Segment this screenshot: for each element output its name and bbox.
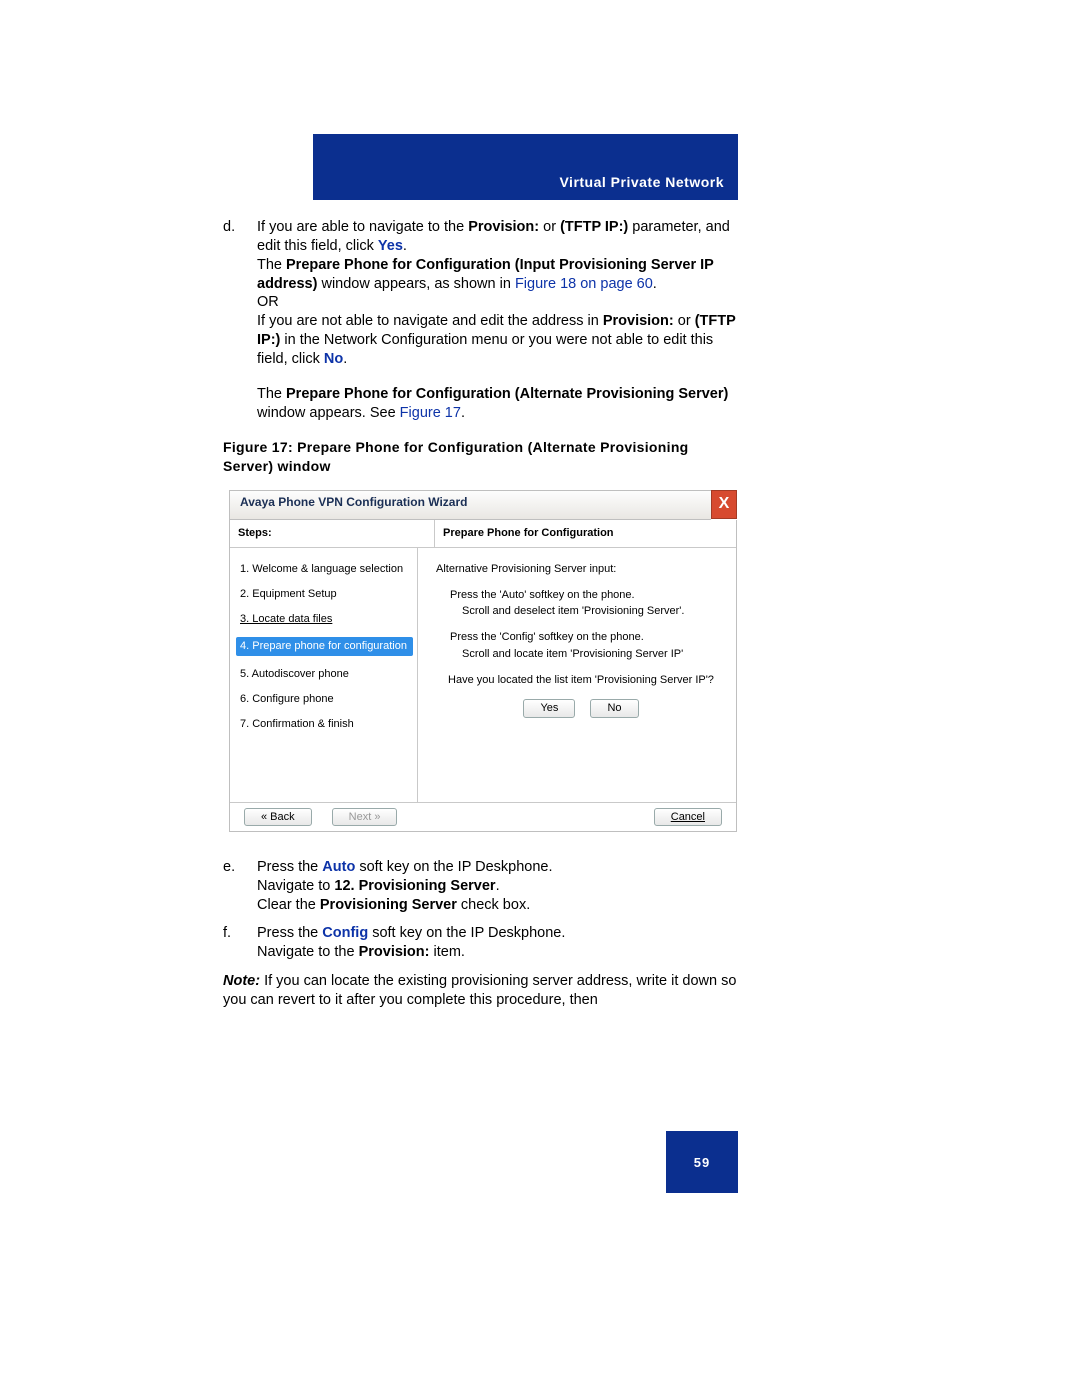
page-number: 59: [694, 1155, 710, 1170]
text: The: [257, 386, 286, 402]
paragraph-alternate: The Prepare Phone for Configuration (Alt…: [257, 385, 741, 423]
wizard-step: 6. Configure phone: [240, 692, 409, 706]
no-button[interactable]: No: [590, 699, 638, 717]
list-marker-d: d.: [223, 218, 257, 369]
link-config: Config: [322, 925, 368, 941]
text: window appears, as shown in: [317, 276, 514, 292]
next-button[interactable]: Next »: [332, 808, 398, 826]
text: .: [403, 238, 407, 254]
text: check box.: [457, 897, 530, 913]
list-marker-f: f.: [223, 924, 257, 962]
text: The: [257, 257, 286, 273]
text: item.: [429, 944, 464, 960]
page-number-block: 59: [666, 1131, 738, 1193]
wizard-step: 2. Equipment Setup: [240, 587, 409, 601]
text-bold: (TFTP IP:): [560, 219, 628, 235]
wizard-step: 3. Locate data files: [240, 612, 409, 626]
page-header: Virtual Private Network: [313, 134, 738, 200]
text: .: [343, 351, 347, 367]
wizard-window: Avaya Phone VPN Configuration Wizard X S…: [229, 490, 737, 832]
close-button[interactable]: X: [711, 490, 737, 519]
text: .: [496, 878, 500, 894]
text: soft key on the IP Deskphone.: [368, 925, 565, 941]
text: Clear the: [257, 897, 320, 913]
list-marker-e: e.: [223, 858, 257, 915]
text-bold: 12. Provisioning Server: [334, 878, 495, 894]
header-title: Virtual Private Network: [559, 174, 724, 190]
text: or: [674, 313, 695, 329]
link-figure-18[interactable]: Figure 18 on page 60: [515, 276, 653, 292]
figure-caption: Figure 17: Prepare Phone for Configurati…: [223, 438, 741, 476]
yes-button[interactable]: Yes: [523, 699, 575, 717]
text-or: OR: [257, 294, 279, 310]
text: If you are not able to navigate and edit…: [257, 313, 603, 329]
note-label: Note:: [223, 973, 260, 989]
text: window appears. See: [257, 405, 400, 421]
list-body-e: Press the Auto soft key on the IP Deskph…: [257, 858, 741, 915]
wizard-question: Have you located the list item 'Provisio…: [442, 673, 720, 687]
steps-header: Steps:: [230, 520, 435, 546]
text: Press the: [257, 925, 322, 941]
list-item-d: d. If you are able to navigate to the Pr…: [223, 218, 741, 369]
text-bold: Provision:: [359, 944, 430, 960]
wizard-content: Alternative Provisioning Server input: P…: [418, 548, 736, 802]
list-body-f: Press the Config soft key on the IP Desk…: [257, 924, 741, 962]
wizard-step: 5. Autodiscover phone: [240, 667, 409, 681]
text: soft key on the IP Deskphone.: [355, 859, 552, 875]
text-bold: Prepare Phone for Configuration (Alterna…: [286, 386, 728, 402]
wizard-text: Press the 'Auto' softkey on the phone.: [436, 588, 726, 602]
text: .: [461, 405, 465, 421]
text: Navigate to: [257, 878, 334, 894]
link-figure-17[interactable]: Figure 17: [400, 405, 461, 421]
text: Press the: [257, 859, 322, 875]
note-text: If you can locate the existing provision…: [223, 973, 736, 1008]
wizard-step: 7. Confirmation & finish: [240, 717, 409, 731]
wizard-steps-list: 1. Welcome & language selection 2. Equip…: [230, 548, 418, 802]
list-body-d: If you are able to navigate to the Provi…: [257, 218, 741, 369]
link-auto: Auto: [322, 859, 355, 875]
wizard-step-active: 4. Prepare phone for configuration: [236, 637, 413, 655]
wizard-text: Alternative Provisioning Server input:: [436, 562, 726, 576]
text-bold: Provisioning Server: [320, 897, 457, 913]
link-yes: Yes: [378, 238, 403, 254]
wizard-text: Scroll and locate item 'Provisioning Ser…: [436, 647, 726, 661]
text-bold: Provision:: [468, 219, 539, 235]
wizard-text: Press the 'Config' softkey on the phone.: [436, 630, 726, 644]
wizard-title: Avaya Phone VPN Configuration Wizard: [229, 490, 711, 520]
wizard-panel-title: Prepare Phone for Configuration: [435, 520, 736, 546]
text: .: [653, 276, 657, 292]
text-bold: Provision:: [603, 313, 674, 329]
text: If you are able to navigate to the: [257, 219, 468, 235]
wizard-step: 1. Welcome & language selection: [240, 562, 409, 576]
text: or: [539, 219, 560, 235]
page-content: d. If you are able to navigate to the Pr…: [223, 218, 741, 1010]
list-item-f: f. Press the Config soft key on the IP D…: [223, 924, 741, 962]
link-no: No: [324, 351, 343, 367]
text: Navigate to the: [257, 944, 359, 960]
close-icon: X: [719, 495, 730, 512]
wizard-text: Scroll and deselect item 'Provisioning S…: [436, 604, 726, 618]
note-paragraph: Note: If you can locate the existing pro…: [223, 972, 741, 1010]
cancel-button[interactable]: Cancel: [654, 808, 722, 826]
list-item-e: e. Press the Auto soft key on the IP Des…: [223, 858, 741, 915]
back-button[interactable]: « Back: [244, 808, 312, 826]
